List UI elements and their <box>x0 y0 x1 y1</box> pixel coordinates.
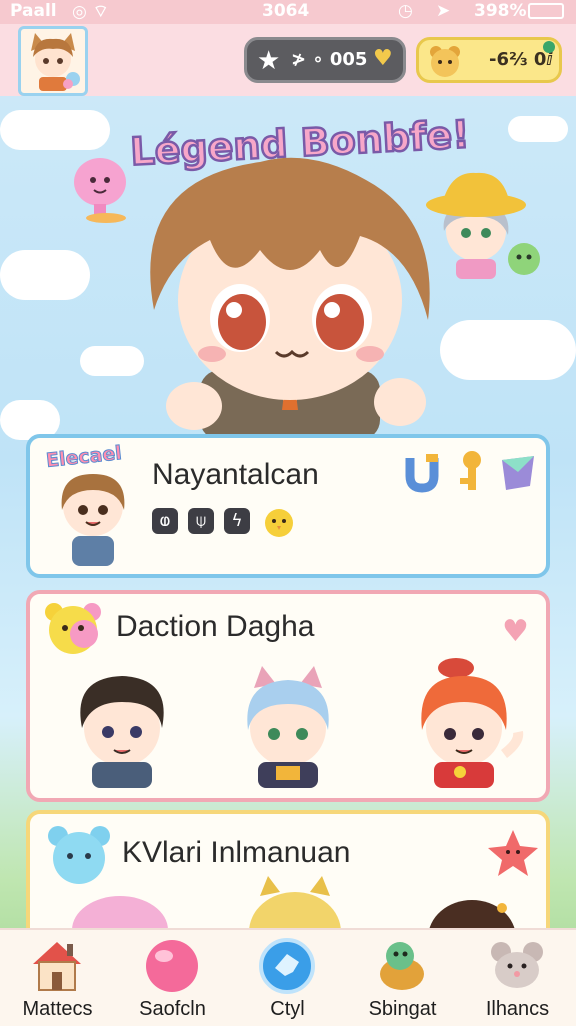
player-avatar[interactable] <box>18 26 88 96</box>
bottom-navigation: Mattecs Saofcln Ctyl Sbingat Ilhancs <box>0 928 576 1026</box>
alarm-icon: ◷ <box>398 1 413 21</box>
nav-label: Saofcln <box>139 998 206 1020</box>
status-bar: Paall ◎ ⌔ 3064 ◷ ➤ 398% <box>0 0 576 24</box>
cloud <box>0 110 110 150</box>
stars-value: ≯ ∘ 005 <box>291 49 368 70</box>
card-title: Nayantalcan <box>152 458 319 491</box>
heart-gem-icon: ♥ <box>373 46 393 71</box>
card-title: KVlari Inlmanuan <box>122 836 351 869</box>
cloud <box>508 116 568 142</box>
nav-item-turtle[interactable]: Sbingat <box>345 930 460 1026</box>
house-icon <box>33 942 81 991</box>
bear-face-icon <box>430 46 460 77</box>
clock: 3064 <box>262 1 310 21</box>
turtle-icon <box>380 942 424 990</box>
mouse-icon <box>491 942 543 988</box>
battery-icon <box>528 3 564 19</box>
blue-bear-icon <box>48 826 110 884</box>
heart-icon[interactable]: ♥ <box>502 614 529 649</box>
character-card-featured[interactable]: Elecael Nayantalcan ⱷ ⍦ ϟ <box>26 434 550 578</box>
top-bar: ★ ≯ ∘ 005 ♥ -6⅔ 0ⅈ <box>0 24 576 96</box>
star-icon: ★ <box>257 46 281 76</box>
nav-item-blue-orb[interactable]: Ctyl <box>230 930 345 1026</box>
ability-icon[interactable]: ⍦ <box>188 508 214 534</box>
red-hair-character[interactable] <box>400 654 530 788</box>
key-item-icon[interactable] <box>450 448 490 496</box>
ability-icon[interactable]: ⱷ <box>152 508 178 534</box>
blonde-character <box>249 876 341 936</box>
gem-item-icon[interactable] <box>496 450 540 494</box>
card-title: Daction Dagha <box>116 610 315 643</box>
signal-icon: ◎ ⌔ <box>72 2 109 22</box>
red-star-mascot-icon <box>488 830 538 876</box>
nav-label: Sbingat <box>368 998 437 1020</box>
nav-label: Ctyl <box>270 998 305 1020</box>
avatar-portrait-icon <box>31 33 80 91</box>
nav-label: Mattecs <box>22 998 93 1020</box>
pink-orb-icon <box>146 940 198 992</box>
carrier-label: Paall <box>10 1 57 21</box>
blue-orb-icon <box>259 938 315 994</box>
pink-blob-character <box>72 896 168 934</box>
ability-icon[interactable]: ϟ <box>224 508 250 534</box>
stars-counter[interactable]: ★ ≯ ∘ 005 ♥ <box>244 37 406 83</box>
curly-hair-character[interactable] <box>62 658 182 788</box>
location-icon: ➤ <box>436 1 451 21</box>
character-card-team[interactable]: Daction Dagha ♥ <box>26 590 550 802</box>
coins-counter[interactable]: -6⅔ 0ⅈ <box>416 37 562 83</box>
nav-item-home[interactable]: Mattecs <box>0 930 115 1026</box>
chibi-boy-portrait <box>61 474 125 566</box>
add-coins-icon[interactable] <box>543 41 555 53</box>
battery-percent: 398% <box>474 1 527 21</box>
hero-character <box>150 157 430 440</box>
chick-icon <box>265 509 293 537</box>
nav-item-mouse[interactable]: Ilhancs <box>460 930 575 1026</box>
magnet-item-icon[interactable] <box>402 450 442 494</box>
nav-item-pink-orb[interactable]: Saofcln <box>115 930 230 1026</box>
blue-hair-cat-character[interactable] <box>228 658 348 788</box>
nav-label: Ilhancs <box>485 998 550 1020</box>
rainbow-bear-icon <box>45 603 101 654</box>
coins-value: -6⅔ 0ⅈ <box>489 49 553 70</box>
cloud <box>0 250 90 300</box>
